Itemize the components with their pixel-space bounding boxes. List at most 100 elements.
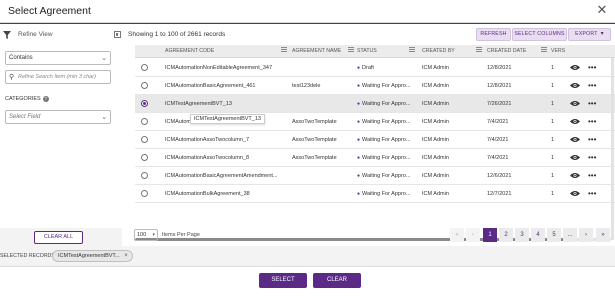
col-version[interactable]: VERS <box>551 48 565 54</box>
more-icon[interactable]: ••• <box>588 81 596 90</box>
row-radio[interactable] <box>141 154 148 161</box>
page-button-5[interactable]: 5 <box>547 228 561 242</box>
row-radio[interactable] <box>141 100 148 107</box>
field-select[interactable]: Select Field ⌄ <box>5 110 111 124</box>
created-by: ICM Admin <box>422 191 449 197</box>
row-radio[interactable] <box>141 118 148 125</box>
more-icon[interactable]: ••• <box>588 99 596 108</box>
col-agreement-name[interactable]: AGREEMENT NAME <box>292 48 341 54</box>
row-radio[interactable] <box>141 64 148 71</box>
more-icon[interactable]: ••• <box>588 135 596 144</box>
vertical-scrollbar[interactable] <box>611 58 614 240</box>
export-button[interactable]: EXPORT ▾ <box>568 28 611 41</box>
more-icon[interactable]: ••• <box>588 63 596 72</box>
table-header: AGREEMENT CODE AGREEMENT NAME STATUS CRE… <box>135 45 615 58</box>
created-date: 12/8/2021 <box>487 83 512 89</box>
row-radio[interactable] <box>141 136 148 143</box>
select-columns-button[interactable]: SELECT COLUMNS <box>512 28 567 41</box>
column-menu-icon[interactable] <box>348 47 354 54</box>
status-dot-icon: ● <box>357 101 361 107</box>
more-icon[interactable]: ••• <box>588 189 596 198</box>
more-icon[interactable]: ••• <box>588 153 596 162</box>
dialog-title: Select Agreement <box>8 5 91 17</box>
status-text: Waiting For Appro... <box>362 119 411 125</box>
eye-icon[interactable] <box>570 172 580 179</box>
page-button-1[interactable]: 1 <box>483 228 497 242</box>
collapse-panel-icon[interactable] <box>114 31 121 38</box>
column-menu-icon[interactable] <box>409 47 415 54</box>
agreement-code: ICMTestAgreementBVT_13 <box>165 101 232 107</box>
eye-icon[interactable] <box>570 136 580 143</box>
refine-panel: Refine View Contains ⌄ ⚲ CATEGORIES? Sel… <box>0 24 122 246</box>
created-date: 12/6/2021 <box>487 173 512 179</box>
version: 1 <box>551 83 555 89</box>
agreement-name: test123dele <box>292 83 321 89</box>
table-row[interactable]: ICMAutomationBasicAgreement_461 test123d… <box>135 77 615 95</box>
status: ● Waiting For Appro... <box>357 119 415 125</box>
items-per-page-label: Items Per Page <box>162 232 200 238</box>
more-icon[interactable]: ••• <box>588 117 596 126</box>
created-by: ICM Admin <box>422 155 449 161</box>
clear-button[interactable]: CLEAR <box>313 273 361 288</box>
table-row[interactable]: ICMAutomationAssoTwocolumn_8 AssoTwoTemp… <box>135 149 615 167</box>
items-per-page-select[interactable]: 100 ▾ <box>134 229 158 241</box>
more-pages-button[interactable]: ... <box>563 228 577 242</box>
close-icon[interactable]: ✕ <box>595 3 609 17</box>
row-radio[interactable] <box>141 172 148 179</box>
eye-icon[interactable] <box>570 82 580 89</box>
select-button[interactable]: SELECT <box>259 273 307 288</box>
page-button-2[interactable]: 2 <box>499 228 513 242</box>
first-page-button[interactable]: « <box>450 228 464 242</box>
status: ● Waiting For Appro... <box>357 155 415 161</box>
column-menu-icon[interactable] <box>541 47 547 54</box>
row-radio[interactable] <box>141 190 148 197</box>
status-text: Waiting For Appro... <box>362 137 411 143</box>
dialog-footer: SELECT CLEAR <box>0 266 615 296</box>
chevron-down-icon: ⌄ <box>101 55 107 62</box>
status: ● Waiting For Appro... <box>357 101 415 107</box>
created-by: ICM Admin <box>422 137 449 143</box>
table-row[interactable]: ICMTestAgreementBVT_13 ● Waiting For Appr… <box>135 95 615 113</box>
eye-icon[interactable] <box>570 64 580 71</box>
table-row[interactable]: ICMAutomationAssoTwocolumn_7 AssoTwoTemp… <box>135 131 615 149</box>
col-created-date[interactable]: CREATED DATE <box>487 48 526 54</box>
table-row[interactable]: ICMAutomationBasicAgreementAmendment... … <box>135 167 615 185</box>
last-page-button[interactable]: » <box>596 228 610 242</box>
column-menu-icon[interactable] <box>476 47 482 54</box>
records-table: AGREEMENT CODE AGREEMENT NAME STATUS CRE… <box>123 45 615 241</box>
prev-page-button[interactable]: ‹ <box>466 228 480 242</box>
eye-icon[interactable] <box>570 190 580 197</box>
search-box[interactable]: ⚲ <box>5 70 111 84</box>
next-page-button[interactable]: › <box>579 228 593 242</box>
export-label: EXPORT <box>575 31 598 37</box>
operator-select[interactable]: Contains ⌄ <box>5 51 111 65</box>
agreement-name: AssoTwoTemplate <box>292 137 337 143</box>
table-row[interactable]: ICMAutomationNonEditableAgreement_347 ● D… <box>135 59 615 77</box>
eye-icon[interactable] <box>570 118 580 125</box>
page-button-3[interactable]: 3 <box>515 228 529 242</box>
table-row[interactable]: ICMAutomationBulkAgreement_38 ● Waiting F… <box>135 185 615 203</box>
chevron-down-icon: ⌄ <box>101 114 107 121</box>
col-status[interactable]: STATUS <box>357 48 377 54</box>
page-button-4[interactable]: 4 <box>531 228 545 242</box>
eye-icon[interactable] <box>570 100 580 107</box>
agreement-code: ICMAutomationNonEditableAgreement_347 <box>165 65 273 71</box>
column-menu-icon[interactable] <box>281 47 287 54</box>
agreement-code: ICMAutomationAssoTwocolumn_8 <box>165 155 250 161</box>
status-dot-icon: ● <box>357 137 361 143</box>
status: ● Waiting For Appro... <box>357 137 415 143</box>
refresh-button[interactable]: REFRESH <box>476 28 511 41</box>
more-icon[interactable]: ••• <box>588 171 596 180</box>
col-created-by[interactable]: CREATED BY <box>422 48 455 54</box>
chip-remove-icon[interactable]: × <box>124 251 128 261</box>
help-icon[interactable]: ? <box>42 96 49 102</box>
search-input[interactable] <box>18 72 108 82</box>
filter-icon <box>3 31 11 39</box>
row-radio[interactable] <box>141 82 148 89</box>
created-by: ICM Admin <box>422 119 449 125</box>
refine-view-label: Refine View <box>18 31 53 38</box>
eye-icon[interactable] <box>570 154 580 161</box>
clear-all-button[interactable]: CLEAR ALL <box>34 231 83 244</box>
col-agreement-code[interactable]: AGREEMENT CODE <box>165 48 214 54</box>
selected-records-label: SELECTED RECORDS <box>0 253 55 259</box>
